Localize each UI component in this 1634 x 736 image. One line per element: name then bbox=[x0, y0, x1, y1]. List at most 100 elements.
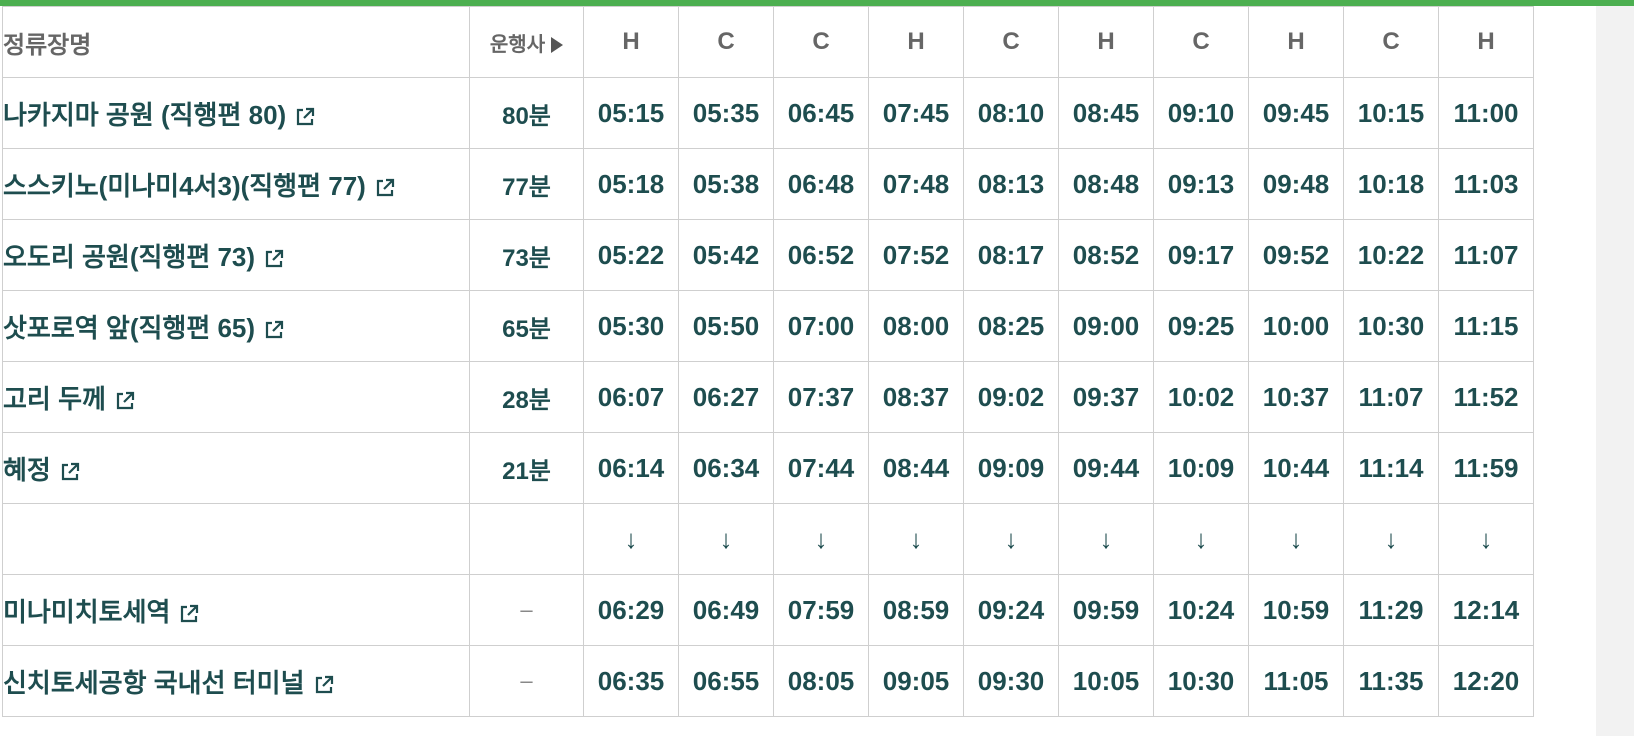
scroll-gutter bbox=[1596, 6, 1634, 736]
time-cell: 10:44 bbox=[1248, 432, 1344, 504]
external-link-icon[interactable] bbox=[263, 248, 285, 270]
time-cell: 11:35 bbox=[1343, 645, 1439, 717]
stop-name: 신치토세공항 국내선 터미널 bbox=[3, 667, 305, 698]
time-cell: 08:45 bbox=[1058, 77, 1154, 149]
empty-cell bbox=[469, 503, 584, 575]
external-link-icon[interactable] bbox=[263, 319, 285, 341]
time-cell: 09:59 bbox=[1058, 574, 1154, 646]
stop-link[interactable]: 나카지마 공원 (직행편 80) bbox=[3, 99, 317, 130]
time-cell: 07:59 bbox=[773, 574, 869, 646]
external-link-icon[interactable] bbox=[114, 390, 136, 412]
time-cell: 07:48 bbox=[868, 148, 964, 220]
stop-link[interactable]: 혜정 bbox=[3, 454, 81, 485]
time-cell: 08:25 bbox=[963, 290, 1059, 362]
stop-link[interactable]: 미나미치토세역 bbox=[3, 596, 201, 627]
operator-col-header: H bbox=[583, 6, 679, 78]
arrow-row: ↓ ↓ ↓ ↓ ↓ ↓ ↓ ↓ ↓ ↓ bbox=[2, 503, 1534, 575]
time-cell: 09:45 bbox=[1248, 77, 1344, 149]
external-link-icon[interactable] bbox=[178, 603, 200, 625]
time-cell: 09:30 bbox=[963, 645, 1059, 717]
operator-header[interactable]: 운행사 bbox=[469, 6, 584, 78]
time-cell: 11:07 bbox=[1343, 361, 1439, 433]
external-link-icon[interactable] bbox=[374, 177, 396, 199]
operator-col-header: H bbox=[1248, 6, 1344, 78]
stop-link[interactable]: 오도리 공원(직행편 73) bbox=[4, 242, 286, 272]
stop-link[interactable]: 삿포로역 앞(직행편 65) bbox=[3, 312, 286, 343]
time-cell: 09:25 bbox=[1153, 290, 1249, 362]
time-cell: 08:17 bbox=[963, 219, 1059, 291]
stop-name: 미나미치토세역 bbox=[3, 596, 171, 627]
time-cell: 07:00 bbox=[773, 290, 869, 362]
time-cell: 09:10 bbox=[1153, 77, 1249, 149]
stop-name-cell: 신치토세공항 국내선 터미널 bbox=[2, 645, 470, 717]
down-arrow-icon: ↓ bbox=[1153, 503, 1249, 575]
external-link-icon[interactable] bbox=[294, 106, 316, 128]
down-arrow-icon: ↓ bbox=[1058, 503, 1154, 575]
time-cell: 09:17 bbox=[1153, 219, 1249, 291]
stop-name: 나카지마 공원 (직행편 80) bbox=[3, 99, 287, 130]
operator-col-header: C bbox=[678, 6, 774, 78]
table-row: 오도리 공원(직행편 73) 73분 05:22 05:42 06:52 07:52 08:… bbox=[2, 219, 1534, 291]
time-cell: 06:48 bbox=[773, 148, 869, 220]
time-cell: 10:37 bbox=[1248, 361, 1344, 433]
stop-name: 스스키노(미나미4서3)(직행편 77) bbox=[3, 170, 366, 201]
stop-name-cell: 고리 두께 bbox=[2, 361, 470, 433]
header-row: 정류장명 운행사 H C C H C H C H C H bbox=[2, 6, 1534, 78]
down-arrow-icon: ↓ bbox=[583, 503, 679, 575]
down-arrow-icon: ↓ bbox=[1343, 503, 1439, 575]
time-cell: 08:37 bbox=[868, 361, 964, 433]
time-cell: 08:00 bbox=[868, 290, 964, 362]
table-row: 혜정 21분 06:14 06:34 07:44 08:44 09:09 09:44 10:09… bbox=[2, 432, 1534, 504]
time-cell: 09:24 bbox=[963, 574, 1059, 646]
time-cell: 07:52 bbox=[868, 219, 964, 291]
time-cell: 07:37 bbox=[773, 361, 869, 433]
stop-name: 삿포로역 앞(직행편 65) bbox=[3, 312, 256, 343]
time-cell: 09:00 bbox=[1058, 290, 1154, 362]
time-cell: 10:30 bbox=[1343, 290, 1439, 362]
time-cell: 08:10 bbox=[963, 77, 1059, 149]
time-cell: 09:48 bbox=[1248, 148, 1344, 220]
external-link-icon[interactable] bbox=[313, 674, 335, 696]
operator-col-header: C bbox=[963, 6, 1059, 78]
table-row: 나카지마 공원 (직행편 80) 80분 05:15 05:35 06:45 07:45 0… bbox=[2, 77, 1534, 149]
time-cell: 10:05 bbox=[1058, 645, 1154, 717]
time-cell: 10:24 bbox=[1153, 574, 1249, 646]
time-cell: 05:35 bbox=[678, 77, 774, 149]
stop-name: 혜정 bbox=[3, 454, 51, 485]
duration-cell: 28분 bbox=[469, 361, 584, 433]
time-cell: 06:07 bbox=[583, 361, 679, 433]
duration-cell: 77분 bbox=[469, 148, 584, 220]
time-cell: 05:38 bbox=[678, 148, 774, 220]
stop-link[interactable]: 신치토세공항 국내선 터미널 bbox=[3, 667, 335, 698]
stop-name-cell: 나카지마 공원 (직행편 80) bbox=[2, 77, 470, 149]
triangle-right-icon bbox=[551, 37, 564, 54]
time-cell: 11:29 bbox=[1343, 574, 1439, 646]
time-cell: 08:52 bbox=[1058, 219, 1154, 291]
time-cell: 06:55 bbox=[678, 645, 774, 717]
stop-name-cell: 삿포로역 앞(직행편 65) bbox=[2, 290, 470, 362]
time-cell: 07:44 bbox=[773, 432, 869, 504]
table-row: 고리 두께 28분 06:07 06:27 07:37 08:37 09:02 09:37 10… bbox=[2, 361, 1534, 433]
time-cell: 12:14 bbox=[1438, 574, 1534, 646]
stop-link[interactable]: 스스키노(미나미4서3)(직행편 77) bbox=[3, 170, 396, 201]
stop-link[interactable]: 고리 두께 bbox=[4, 384, 136, 414]
down-arrow-icon: ↓ bbox=[868, 503, 964, 575]
time-cell: 10:15 bbox=[1343, 77, 1439, 149]
time-cell: 10:22 bbox=[1343, 219, 1439, 291]
table-row: 삿포로역 앞(직행편 65) 65분 05:30 05:50 07:00 08:00 08:… bbox=[2, 290, 1534, 362]
down-arrow-icon: ↓ bbox=[1248, 503, 1344, 575]
time-cell: 11:07 bbox=[1438, 219, 1534, 291]
operator-col-header: C bbox=[1343, 6, 1439, 78]
table-row: 스스키노(미나미4서3)(직행편 77) 77분 05:18 05:38 06:48 07… bbox=[2, 148, 1534, 220]
time-cell: 09:02 bbox=[963, 361, 1059, 433]
time-cell: 10:09 bbox=[1153, 432, 1249, 504]
operator-col-header: H bbox=[868, 6, 964, 78]
table-row: 미나미치토세역 –06:29 06:49 07:59 08:59 09:24 09:59 10… bbox=[2, 574, 1534, 646]
time-cell: 09:37 bbox=[1058, 361, 1154, 433]
time-cell: 06:34 bbox=[678, 432, 774, 504]
down-arrow-icon: ↓ bbox=[678, 503, 774, 575]
time-cell: 08:48 bbox=[1058, 148, 1154, 220]
time-cell: 09:13 bbox=[1153, 148, 1249, 220]
external-link-icon[interactable] bbox=[59, 461, 81, 483]
time-cell: 09:09 bbox=[963, 432, 1059, 504]
